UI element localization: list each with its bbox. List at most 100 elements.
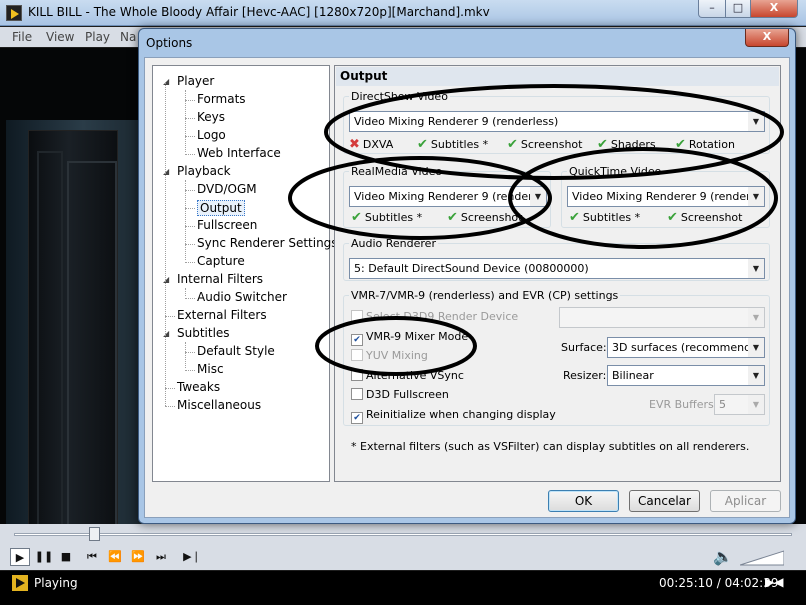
resizer-select[interactable]: Bilinear ▼ (607, 365, 765, 386)
check-mark-icon: ✔ (351, 210, 362, 225)
chevron-down-icon: ▼ (748, 259, 764, 278)
tree-expand-arrow-icon[interactable]: ◢ (163, 275, 169, 284)
fast-forward-button[interactable]: ⏩ (128, 548, 148, 566)
audio-renderer-select[interactable]: 5: Default DirectSound Device (00800000)… (349, 258, 765, 279)
maximize-button[interactable]: □ (725, 0, 751, 18)
cancel-button[interactable]: Cancelar (629, 490, 700, 512)
tree-item-tweaks[interactable]: Tweaks (177, 380, 220, 394)
dialog-close-button[interactable]: X (745, 29, 789, 47)
seek-bar[interactable] (0, 524, 806, 544)
tree-item-web-interface[interactable]: Web Interface (197, 146, 281, 160)
realmedia-label: RealMedia Video (349, 165, 445, 178)
dialog-title: Options (146, 36, 193, 50)
tree-item-default-style[interactable]: Default Style (197, 344, 275, 358)
tree-connector-line (185, 190, 195, 191)
quicktime-cap-subtitles-label: Subtitles * (582, 211, 641, 224)
vmr9-mixer-mode-checkbox[interactable]: ✔ VMR-9 Mixer Mode (351, 330, 468, 346)
player-titlebar[interactable]: KILL BILL - The Whole Bloody Affair [Hev… (0, 0, 806, 26)
chevron-down-icon: ▼ (748, 366, 764, 385)
volume-slider[interactable] (740, 550, 784, 566)
quicktime-renderer-select[interactable]: Video Mixing Renderer 9 (renderless) ▼ (567, 186, 765, 207)
directshow-renderer-value: Video Mixing Renderer 9 (renderless) (354, 115, 559, 128)
directshow-renderer-select[interactable]: Video Mixing Renderer 9 (renderless) ▼ (349, 111, 765, 132)
minimize-button[interactable]: – (698, 0, 726, 18)
tree-item-formats[interactable]: Formats (197, 92, 246, 106)
tree-connector-line (185, 262, 195, 263)
alternative-vsync-checkbox[interactable]: Alternative VSync (351, 369, 464, 382)
evr-buffers-value: 5 (719, 398, 726, 411)
pause-button[interactable]: ❚❚ (34, 548, 54, 566)
tree-connector-line (185, 100, 195, 101)
menu-file[interactable]: File (12, 30, 32, 44)
subtitles-note: * External filters (such as VSFilter) ca… (351, 440, 750, 453)
tree-item-keys[interactable]: Keys (197, 110, 225, 124)
tree-item-playback[interactable]: Playback (177, 164, 231, 178)
check-mark-icon: ✔ (597, 137, 608, 152)
tree-item-external-filters[interactable]: External Filters (177, 308, 267, 322)
cap-screenshot: ✔ Screenshot (507, 137, 582, 152)
cap-shaders-label: Shaders (610, 138, 656, 151)
rewind-button[interactable]: ⏪ (105, 548, 125, 566)
seek-track[interactable] (14, 533, 792, 536)
tree-item-capture[interactable]: Capture (197, 254, 245, 268)
surface-label: Surface: (561, 341, 607, 354)
select-d3d9-checkbox[interactable]: Select D3D9 Render Device (351, 310, 518, 323)
tree-item-fullscreen[interactable]: Fullscreen (197, 218, 257, 232)
d3d-fullscreen-label: D3D Fullscreen (366, 388, 449, 401)
audio-channels-icon[interactable]: ▶◀ (765, 575, 783, 589)
volume-icon[interactable]: 🔈 (713, 547, 733, 566)
tree-item-subtitles[interactable]: Subtitles (177, 326, 230, 340)
apply-button[interactable]: Aplicar (710, 490, 781, 512)
tree-item-internal-filters[interactable]: Internal Filters (177, 272, 263, 286)
playback-controls: ▶ ❚❚ ■ ⏮ ⏪ ⏩ ⏭ ▶❘ 🔈 (0, 544, 806, 570)
ok-button[interactable]: OK (548, 490, 619, 512)
tree-connector-line (165, 388, 175, 389)
tree-connector-line (185, 226, 195, 227)
quicktime-cap-screenshot-label: Screenshot (680, 211, 743, 224)
reinitialize-checkbox[interactable]: ✔ Reinitialize when changing display (351, 408, 556, 424)
surface-select[interactable]: 3D surfaces (recommended) ▼ (607, 337, 765, 358)
play-button[interactable]: ▶ (10, 548, 30, 566)
menu-navigate[interactable]: Na (120, 30, 136, 44)
chevron-down-icon: ▼ (748, 395, 764, 414)
cap-subtitles-label: Subtitles * (430, 138, 489, 151)
tree-expand-arrow-icon[interactable]: ◢ (163, 77, 169, 86)
d3d9-device-select[interactable]: ▼ (559, 307, 765, 328)
alternative-vsync-label: Alternative VSync (366, 369, 464, 382)
tree-item-sync-renderer-settings[interactable]: Sync Renderer Settings (197, 236, 338, 250)
check-mark-icon: ✔ (569, 210, 580, 225)
tree-item-misc[interactable]: Misc (197, 362, 224, 376)
menu-play[interactable]: Play (85, 30, 110, 44)
tree-item-logo[interactable]: Logo (197, 128, 226, 142)
check-mark-icon: ✔ (675, 137, 686, 152)
tree-expand-arrow-icon[interactable]: ◢ (163, 167, 169, 176)
seek-thumb[interactable] (89, 527, 100, 541)
yuv-mixing-checkbox[interactable]: YUV Mixing (351, 349, 428, 362)
evr-buffers-label: EVR Buffers: (649, 398, 718, 411)
x-mark-icon: ✖ (349, 137, 360, 152)
check-mark-icon: ✔ (507, 137, 518, 152)
playback-time: 00:25:10 / 04:02:39 (659, 576, 779, 590)
realmedia-renderer-select[interactable]: Video Mixing Renderer 9 (renderless) ▼ (349, 186, 547, 207)
menu-view[interactable]: View (46, 30, 74, 44)
close-button[interactable]: X (750, 0, 798, 18)
tree-expand-arrow-icon[interactable]: ◢ (163, 329, 169, 338)
output-page: Output DirectShow Video Video Mixing Ren… (334, 65, 781, 482)
tree-item-player[interactable]: Player (177, 74, 214, 88)
tree-connector-line (185, 244, 195, 245)
tree-item-miscellaneous[interactable]: Miscellaneous (177, 398, 261, 412)
previous-button[interactable]: ⏮ (82, 548, 102, 566)
cap-rotation-label: Rotation (688, 138, 735, 151)
d3d-fullscreen-checkbox[interactable]: D3D Fullscreen (351, 388, 449, 401)
tree-item-audio-switcher[interactable]: Audio Switcher (197, 290, 287, 304)
cap-subtitles: ✔ Subtitles * (417, 137, 488, 152)
frame-step-button[interactable]: ▶❘ (182, 548, 202, 566)
tree-connector-line (165, 82, 166, 406)
tree-connector-line (185, 370, 195, 371)
tree-item-output[interactable]: Output (197, 200, 245, 216)
cap-rotation: ✔ Rotation (675, 137, 735, 152)
tree-item-dvd-ogm[interactable]: DVD/OGM (197, 182, 257, 196)
next-button[interactable]: ⏭ (151, 548, 171, 566)
stop-button[interactable]: ■ (56, 548, 76, 566)
evr-buffers-select[interactable]: 5 ▼ (714, 394, 765, 415)
